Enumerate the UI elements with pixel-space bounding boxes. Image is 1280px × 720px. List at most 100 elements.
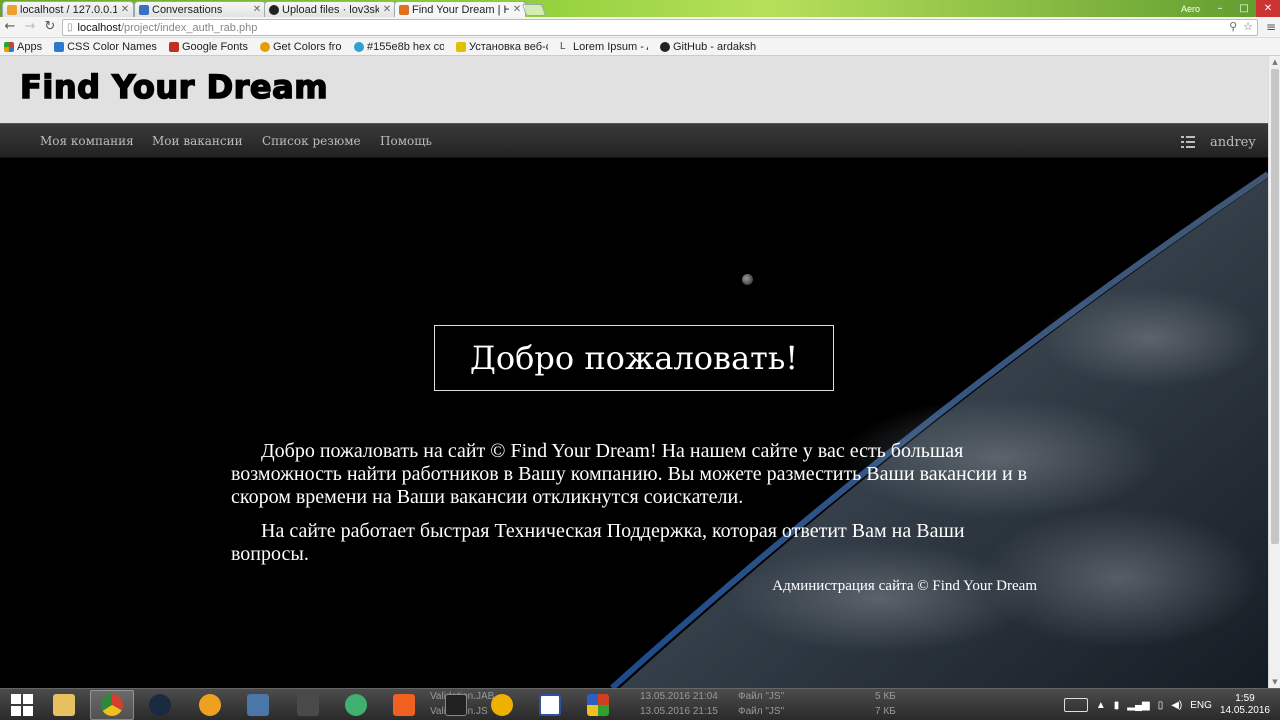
github-icon bbox=[269, 4, 279, 15]
page-icon bbox=[353, 41, 364, 52]
reload-icon[interactable]: ↻ bbox=[40, 17, 60, 37]
show-hidden-icons[interactable]: ▲ bbox=[1096, 700, 1106, 711]
language-indicator[interactable]: ENG bbox=[1190, 700, 1212, 711]
tab-title: localhost / 127.0.0.1 bbox=[20, 3, 117, 16]
chrome-menu-icon[interactable]: ≡ bbox=[1266, 20, 1276, 34]
bookmark-apps[interactable]: Apps bbox=[4, 41, 42, 53]
bookmark-label: Lorem Ipsum - Al bbox=[572, 40, 648, 53]
tab-title: Find Your Dream | Ho bbox=[412, 3, 509, 16]
bookmark-label: #155e8b hex colo bbox=[366, 40, 444, 53]
taskbar-terminal[interactable] bbox=[434, 690, 478, 720]
aimp-icon bbox=[199, 694, 221, 716]
signal-icon[interactable]: ▮ bbox=[1114, 700, 1120, 711]
close-icon[interactable]: ✕ bbox=[512, 4, 522, 15]
browser-tab-phpmyadmin[interactable]: localhost / 127.0.0.1 ✕ bbox=[2, 1, 134, 17]
browser-tab-find-your-dream[interactable]: Find Your Dream | Ho ✕ bbox=[394, 1, 526, 17]
earth-background-image bbox=[0, 158, 1268, 688]
list-menu-icon[interactable] bbox=[1181, 136, 1195, 148]
bookmark-web-server[interactable]: Установка веб-се bbox=[455, 40, 548, 53]
username-link[interactable]: andrey bbox=[1210, 124, 1256, 159]
atom-icon bbox=[345, 694, 367, 716]
window-label: Aero bbox=[1180, 3, 1200, 14]
close-icon[interactable]: ✕ bbox=[382, 4, 392, 15]
start-button[interactable] bbox=[0, 690, 44, 720]
rubik-icon bbox=[587, 694, 609, 716]
new-tab-button[interactable] bbox=[521, 4, 547, 16]
admin-signature: Администрация сайта © Find Your Dream bbox=[772, 578, 1037, 594]
clock-time: 1:59 bbox=[1235, 693, 1255, 704]
bookmark-label: Google Fonts bbox=[181, 40, 248, 53]
nav-resume-list[interactable]: Список резюме bbox=[262, 124, 361, 159]
close-window-icon[interactable]: ✕ bbox=[1256, 0, 1280, 17]
url-path: /project/index_auth_rab.php bbox=[120, 21, 258, 34]
explorer-icon bbox=[53, 694, 75, 716]
bookmark-css-colors[interactable]: CSS Color Names bbox=[54, 41, 157, 53]
taskbar-steam[interactable] bbox=[138, 690, 182, 720]
bookmark-label: Apps bbox=[17, 40, 43, 53]
taskbar-vk[interactable] bbox=[236, 690, 280, 720]
github-icon bbox=[659, 41, 670, 52]
scroll-down-icon[interactable]: ▼ bbox=[1269, 676, 1280, 688]
volume-icon[interactable]: ◀) bbox=[1171, 700, 1182, 711]
browser-tab-upload[interactable]: Upload files · lov3sk ✕ bbox=[264, 1, 396, 17]
page-icon bbox=[54, 41, 65, 52]
taskbar-atom[interactable] bbox=[334, 690, 378, 720]
back-icon[interactable]: ← bbox=[0, 17, 20, 37]
vk-icon bbox=[247, 694, 269, 716]
bookmark-lorem-ipsum[interactable]: L Lorem Ipsum - Al bbox=[560, 41, 648, 53]
taskbar-vectorize[interactable] bbox=[480, 690, 524, 720]
windows-taskbar: Validation.JAB 13.05.2016 21:04 Файл "JS… bbox=[0, 688, 1280, 720]
nav-my-company[interactable]: Моя компания bbox=[40, 124, 134, 159]
taskbar-starfish[interactable] bbox=[528, 690, 572, 720]
minimize-icon[interactable]: – bbox=[1208, 0, 1232, 17]
scroll-thumb[interactable] bbox=[1271, 69, 1279, 544]
page-icon bbox=[259, 41, 270, 52]
tab-title: Conversations bbox=[152, 3, 223, 16]
bookmark-label: CSS Color Names bbox=[67, 40, 157, 53]
close-icon[interactable]: ✕ bbox=[252, 4, 262, 15]
browser-tab-conversations[interactable]: Conversations ✕ bbox=[134, 1, 266, 17]
welcome-title: Добро пожаловать! bbox=[434, 325, 834, 391]
file-type: Файл "JS" bbox=[738, 706, 785, 717]
taskbar-rubik[interactable] bbox=[576, 690, 620, 720]
close-icon[interactable]: ✕ bbox=[120, 4, 130, 15]
page-icon: ▯ bbox=[67, 22, 73, 33]
intro-paragraph: Добро пожаловать на сайт © Find Your Dre… bbox=[231, 440, 1028, 508]
location-pin-icon[interactable]: ⚲ bbox=[1229, 20, 1237, 33]
maximize-icon[interactable]: □ bbox=[1232, 0, 1256, 17]
address-bar[interactable]: ▯ localhost/project/index_auth_rab.php ⚲… bbox=[62, 19, 1258, 36]
favicon-icon bbox=[399, 4, 409, 15]
system-tray: ▲ ▮ ▂▄▆ ▯ ◀) ENG 1:59 14.05.2016 bbox=[1063, 689, 1280, 720]
clock[interactable]: 1:59 14.05.2016 bbox=[1220, 693, 1270, 717]
bookmark-github[interactable]: GitHub - ardaksh bbox=[659, 41, 764, 53]
nav-my-vacancies[interactable]: Мои вакансии bbox=[152, 124, 243, 159]
bookmark-hex-color[interactable]: #155e8b hex colo bbox=[353, 40, 444, 53]
sublime-icon bbox=[297, 694, 319, 716]
nav-help[interactable]: Помощь bbox=[380, 124, 432, 159]
forward-icon[interactable]: → bbox=[20, 17, 40, 37]
bookmark-google-fonts[interactable]: Google Fonts bbox=[168, 40, 248, 53]
keyboard-icon[interactable] bbox=[1063, 698, 1088, 712]
vectorize-icon bbox=[491, 694, 513, 716]
steam-icon bbox=[149, 694, 171, 716]
bookmarks-bar: Apps CSS Color Names Google Fonts Get Co… bbox=[0, 38, 1280, 56]
taskbar-chrome[interactable] bbox=[90, 690, 134, 720]
bookmark-get-colors[interactable]: Get Colors from I bbox=[259, 41, 342, 53]
site-logo[interactable]: Find Your Dream bbox=[19, 67, 328, 107]
network-icon[interactable]: ▂▄▆ bbox=[1127, 700, 1149, 711]
favicon-icon bbox=[139, 4, 149, 15]
apps-icon bbox=[4, 41, 14, 52]
taskbar-sublime[interactable] bbox=[286, 690, 330, 720]
scroll-up-icon[interactable]: ▲ bbox=[1269, 56, 1280, 68]
taskbar-xampp[interactable] bbox=[382, 690, 426, 720]
battery-icon[interactable]: ▯ bbox=[1158, 700, 1164, 711]
starfish-icon bbox=[539, 694, 561, 716]
bookmark-label: Установка веб-се bbox=[468, 40, 548, 53]
clock-date: 14.05.2016 bbox=[1219, 705, 1270, 716]
page-scrollbar[interactable]: ▲ ▼ bbox=[1268, 56, 1280, 688]
taskbar-explorer[interactable] bbox=[42, 690, 86, 720]
support-paragraph: На сайте работает быстрая Техническая По… bbox=[231, 520, 965, 565]
bookmark-star-icon[interactable]: ☆ bbox=[1243, 20, 1253, 33]
taskbar-aimp[interactable] bbox=[188, 690, 232, 720]
windows-logo-icon bbox=[11, 694, 33, 716]
